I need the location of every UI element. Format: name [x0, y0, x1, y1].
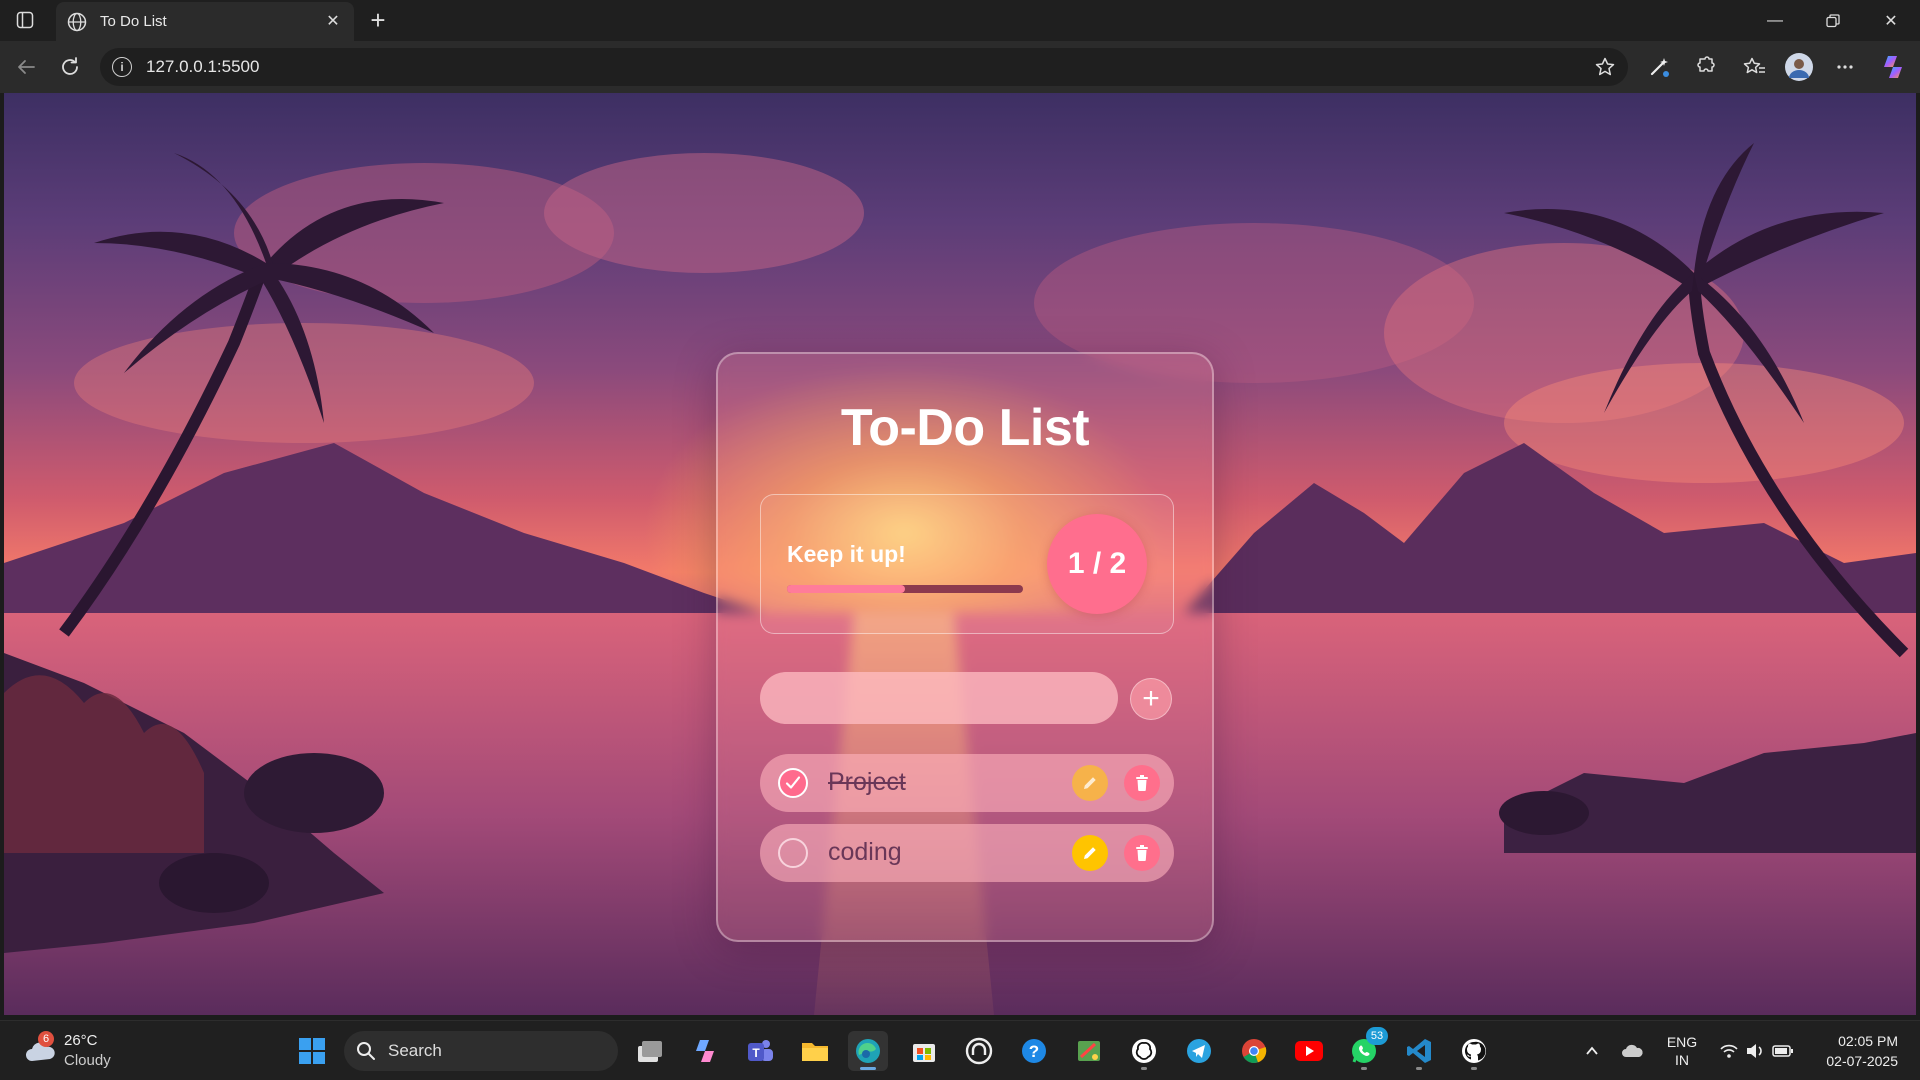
trash-icon [1136, 845, 1148, 861]
svg-text:T: T [752, 1046, 760, 1060]
battery-icon[interactable] [1768, 1031, 1798, 1071]
profile-avatar[interactable] [1784, 52, 1814, 82]
address-toolbar: i 127.0.0.1:5500 [0, 41, 1920, 93]
vscode-icon[interactable] [1399, 1031, 1439, 1071]
clock-date: 02-07-2025 [1826, 1053, 1898, 1069]
task-text: Project [828, 768, 906, 796]
site-info-icon[interactable]: i [112, 57, 132, 77]
stats-message: Keep it up! [787, 541, 906, 567]
youtube-icon[interactable] [1289, 1031, 1329, 1071]
active-app-indicator [860, 1067, 876, 1070]
progress-bar [787, 585, 1023, 593]
chrome-icon[interactable] [1234, 1031, 1274, 1071]
weather-alert-badge: 6 [38, 1031, 54, 1047]
pencil-icon [1084, 777, 1096, 789]
progress-fill [787, 585, 905, 593]
onedrive-icon[interactable] [1614, 1031, 1650, 1071]
edit-task-button[interactable] [1072, 765, 1108, 801]
paint-icon[interactable] [1069, 1031, 1109, 1071]
browser-tab-bar: To Do List ✕ + — ✕ [0, 0, 1920, 41]
chevron-up-icon[interactable] [1572, 1031, 1612, 1071]
windows-taskbar: 6 26°C Cloudy Search T ? 53 ENG IN 02:05… [0, 1020, 1920, 1080]
minimize-icon[interactable]: — [1746, 0, 1804, 41]
new-task-input[interactable] [760, 672, 1118, 724]
search-label: Search [388, 1041, 442, 1060]
progress-count-badge: 1 / 2 [1047, 514, 1147, 614]
close-window-icon[interactable]: ✕ [1862, 0, 1920, 41]
telegram-icon[interactable] [1179, 1031, 1219, 1071]
task-text: coding [828, 838, 902, 866]
page-title: To-Do List [840, 399, 1090, 457]
weather-condition: Cloudy [64, 1052, 111, 1069]
edit-task-button[interactable] [1072, 835, 1108, 871]
restore-icon[interactable] [1804, 0, 1862, 41]
trash-icon [1136, 775, 1148, 791]
chatgpt-icon[interactable] [1124, 1031, 1164, 1071]
page-viewport: To-Do List Keep it up! 1 / 2 + Project c… [4, 93, 1916, 1015]
running-app-indicator [1141, 1067, 1147, 1070]
github-icon[interactable] [1454, 1031, 1494, 1071]
task-checkbox[interactable] [778, 838, 808, 868]
running-app-indicator [1416, 1067, 1422, 1070]
svg-text:?: ? [1029, 1042, 1039, 1061]
close-tab-icon[interactable]: ✕ [322, 10, 344, 32]
clock-time: 02:05 PM [1838, 1033, 1898, 1049]
weather-widget[interactable]: 6 26°C Cloudy [22, 1029, 132, 1073]
tab-title: To Do List [100, 13, 167, 30]
magic-wand-icon[interactable] [1644, 52, 1674, 82]
extensions-icon[interactable] [1690, 52, 1720, 82]
edge-icon[interactable] [848, 1031, 888, 1071]
new-tab-button[interactable]: + [364, 5, 392, 35]
favorite-star-icon[interactable] [1594, 56, 1616, 78]
add-task-button[interactable]: + [1130, 678, 1172, 720]
store-icon[interactable] [904, 1031, 944, 1071]
browser-tab[interactable]: To Do List ✕ [56, 2, 354, 41]
back-icon[interactable] [12, 53, 40, 81]
stats-panel: Keep it up! 1 / 2 [760, 494, 1174, 634]
task-item: coding [760, 824, 1174, 882]
language-region: IN [1675, 1052, 1689, 1068]
globe-icon [66, 11, 88, 33]
language-code: ENG [1666, 1034, 1698, 1050]
weather-temperature: 26°C [64, 1032, 98, 1049]
window-controls: — ✕ [1746, 0, 1920, 41]
delete-task-button[interactable] [1124, 765, 1160, 801]
language-indicator[interactable]: ENG IN [1664, 1033, 1700, 1069]
headset-app-icon[interactable] [959, 1031, 999, 1071]
task-item: Project [760, 754, 1174, 812]
start-icon[interactable] [292, 1031, 332, 1071]
running-app-indicator [1471, 1067, 1477, 1070]
task-checkbox-checked[interactable] [778, 768, 808, 798]
whatsapp-unread-badge: 53 [1366, 1027, 1388, 1045]
copilot-icon[interactable] [1878, 52, 1908, 82]
whatsapp-icon[interactable]: 53 [1344, 1027, 1388, 1071]
address-bar[interactable]: i 127.0.0.1:5500 [100, 48, 1628, 86]
copilot-app-icon[interactable] [685, 1031, 725, 1071]
delete-task-button[interactable] [1124, 835, 1160, 871]
todo-card: To-Do List Keep it up! 1 / 2 + Project c… [716, 352, 1214, 942]
tab-actions-icon[interactable] [12, 8, 38, 32]
pencil-icon [1084, 847, 1096, 859]
checkmark-icon [785, 776, 801, 789]
search-icon [357, 1042, 375, 1060]
running-app-indicator [1361, 1067, 1367, 1070]
system-clock[interactable]: 02:05 PM 02-07-2025 [1826, 1031, 1898, 1071]
task-view-icon[interactable] [630, 1031, 670, 1071]
file-explorer-icon[interactable] [795, 1031, 835, 1071]
more-menu-icon[interactable] [1830, 52, 1860, 82]
volume-icon[interactable] [1740, 1031, 1770, 1071]
favorites-icon[interactable] [1740, 52, 1770, 82]
refresh-icon[interactable] [56, 53, 84, 81]
help-icon[interactable]: ? [1014, 1031, 1054, 1071]
taskbar-search[interactable]: Search [344, 1031, 618, 1071]
teams-icon[interactable]: T [740, 1031, 780, 1071]
url-text[interactable]: 127.0.0.1:5500 [146, 57, 259, 77]
